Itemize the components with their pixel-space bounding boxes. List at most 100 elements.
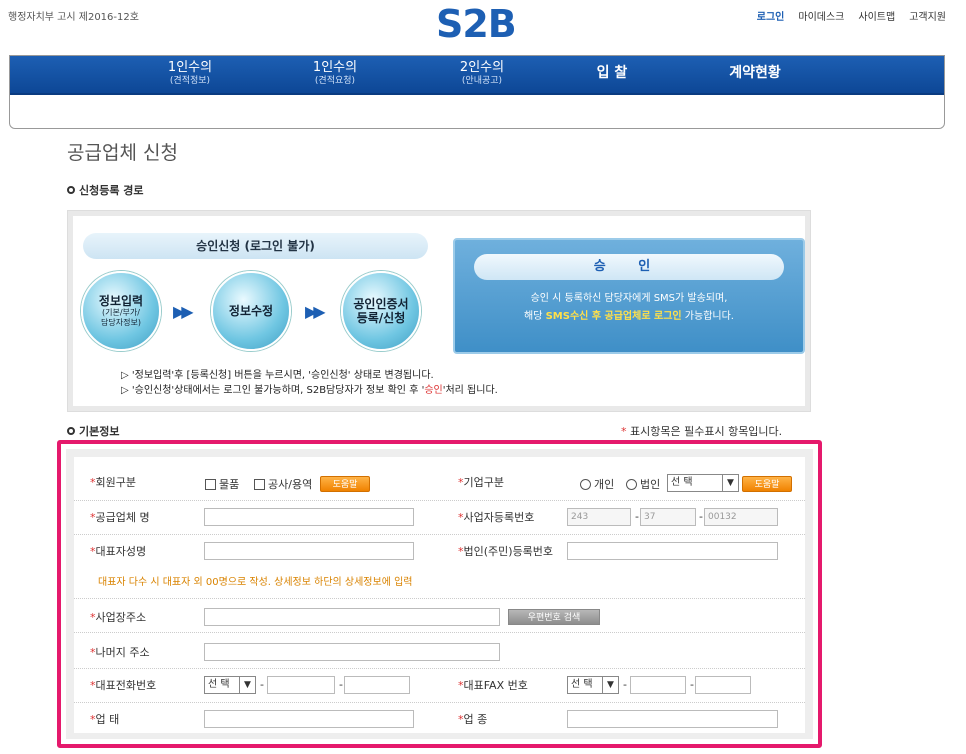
ceo-name-input[interactable]: [204, 542, 414, 560]
form-row-member-type: *회원구분 물품 공사/용역 도움말 *기업구분 개인 법인 선 택 ▼ 도움말: [74, 457, 805, 501]
mydesk-link[interactable]: 마이데스크: [798, 8, 844, 23]
dash: -: [623, 678, 627, 691]
work-service-checkbox[interactable]: 공사/용역: [254, 476, 312, 492]
individual-radio[interactable]: 개인: [580, 476, 614, 492]
nav-label: 1인수의: [312, 60, 358, 75]
dash: -: [260, 678, 264, 691]
ceo-name-label: *대표자성명: [90, 545, 147, 558]
approval-line-text: 가능합니다.: [681, 311, 734, 322]
phone-label: *대표전화번호: [90, 679, 157, 692]
approval-text: 승인 시 등록하신 담당자에게 SMS가 발송되며, 해당 SMS수신 후 공급…: [455, 290, 803, 326]
step-circle-edit: 정보수정: [211, 271, 291, 351]
corp-no-input[interactable]: [567, 542, 778, 560]
basic-info-form-inner: *회원구분 물품 공사/용역 도움말 *기업구분 개인 법인 선 택 ▼ 도움말 …: [74, 457, 805, 733]
step-label: 정보입력: [98, 294, 144, 308]
address-rest-label: *나머지 주소: [90, 646, 150, 659]
nav-item-quote-info[interactable]: 1인수의 (견적정보): [150, 60, 230, 87]
company-name-label: *공급업체 명: [90, 511, 150, 524]
step-sublabel: 담당자정보): [101, 318, 141, 327]
biz-item-label: *업 종: [458, 713, 488, 726]
s2b-logo[interactable]: S2B: [436, 2, 517, 46]
phone-input-2[interactable]: [267, 676, 335, 694]
nav-item-bid[interactable]: 입 찰: [582, 60, 642, 86]
required-note-text: 표시항목은 필수표시 항목입니다.: [630, 425, 783, 438]
route-flow-inner: 승인신청 (로그인 불가) 정보입력 (기본/부가/ 담당자정보) ▶▶ 정보수…: [73, 216, 805, 406]
step-circle-input: 정보입력 (기본/부가/ 담당자정보): [81, 271, 161, 351]
nav-item-contract[interactable]: 계약현황: [715, 60, 795, 86]
biz-no-label: *사업자등록번호: [458, 511, 535, 524]
fax-input-3[interactable]: [695, 676, 751, 694]
biz-no-input-2[interactable]: 37: [640, 508, 696, 526]
help-button-company[interactable]: 도움말: [742, 476, 792, 492]
help-button-member[interactable]: 도움말: [320, 476, 370, 492]
biz-no-input-3[interactable]: 00132: [704, 508, 778, 526]
fax-area-select[interactable]: 선 택 ▼: [567, 676, 619, 694]
step-label: 등록/신청: [356, 311, 406, 325]
goods-checkbox[interactable]: 물품: [205, 476, 239, 492]
flow-note-text: ▷ '승인신청'상태에서는 로그인 불가능하며, S2B담당자가 정보 확인 후…: [121, 385, 425, 396]
page-title: 공급업체 신청: [67, 142, 178, 164]
corp-no-label: *법인(주민)등록번호: [458, 545, 554, 558]
approval-line: 승인 시 등록하신 담당자에게 SMS가 발송되며,: [530, 293, 728, 304]
nav-item-quote-request[interactable]: 1인수의 (견적요청): [295, 60, 375, 87]
route-flow-box: 승인신청 (로그인 불가) 정보입력 (기본/부가/ 담당자정보) ▶▶ 정보수…: [67, 210, 811, 412]
member-type-label: *회원구분: [90, 476, 136, 489]
section-title-text: 신청등록 경로: [79, 184, 144, 197]
corporation-radio[interactable]: 법인: [626, 476, 660, 492]
nav-label: 2인수의: [459, 60, 505, 75]
double-arrow-icon: ▶▶: [305, 302, 326, 321]
section-title-basic: 기본정보: [67, 423, 119, 439]
phone-input-3[interactable]: [344, 676, 410, 694]
main-nav-container: 1인수의 (견적정보) 1인수의 (견적요청) 2인수의 (안내공고) 입 찰 …: [9, 55, 945, 129]
company-type-select[interactable]: 선 택 ▼: [667, 474, 739, 492]
flow-note-text: '처리 됩니다.: [442, 385, 498, 396]
sitemap-link[interactable]: 사이트맵: [858, 8, 895, 23]
support-link[interactable]: 고객지원: [909, 8, 946, 23]
dash: -: [690, 678, 694, 691]
approval-panel: 승 인 승인 시 등록하신 담당자에게 SMS가 발송되며, 해당 SMS수신 …: [453, 238, 805, 354]
chevron-down-icon: ▼: [239, 677, 255, 693]
dash: -: [635, 510, 639, 523]
ceo-note: 대표자 다수 시 대표자 외 00명으로 작성. 상세정보 하단의 상세정보에 …: [98, 577, 413, 588]
fax-input-2[interactable]: [630, 676, 686, 694]
company-type-label: *기업구분: [458, 476, 504, 489]
company-name-input[interactable]: [204, 508, 414, 526]
biz-item-input[interactable]: [567, 710, 778, 728]
biz-type-input[interactable]: [204, 710, 414, 728]
bullet-icon: [67, 186, 75, 194]
login-link[interactable]: 로그인: [757, 8, 785, 23]
phone-area-select[interactable]: 선 택 ▼: [204, 676, 256, 694]
flow-note-highlight: 승인: [424, 385, 443, 396]
form-row-biz-type: *업 태 *업 종: [74, 703, 805, 733]
approval-line: 해당 SMS수신 후 공급업체로 로그인 가능합니다.: [455, 308, 803, 326]
nav-label: 계약현황: [729, 65, 781, 81]
address-input[interactable]: [204, 608, 500, 626]
step-label: 정보수정: [228, 304, 274, 318]
address-label: *사업장주소: [90, 611, 147, 624]
required-note: * 표시항목은 필수표시 항목입니다.: [621, 423, 782, 439]
form-row-company-name: *공급업체 명 *사업자등록번호 243 - 37 - 00132: [74, 501, 805, 535]
section-title-route: 신청등록 경로: [67, 182, 144, 198]
zip-search-button[interactable]: 우편번호 검색: [508, 609, 600, 625]
chevron-down-icon: ▼: [722, 475, 738, 491]
biz-no-input-1[interactable]: 243: [567, 508, 631, 526]
nav-sublabel: (안내공고): [461, 76, 503, 86]
nav-sublabel: (견적정보): [169, 76, 211, 86]
bullet-icon: [67, 427, 75, 435]
form-row-address-rest: *나머지 주소: [74, 633, 805, 669]
page: 행정자치부 고시 제2016-12호 S2B 로그인 마이데스크 사이트맵 고객…: [0, 0, 966, 754]
top-links: 로그인 마이데스크 사이트맵 고객지원: [757, 8, 946, 23]
step-circle-certificate: 공인인증서 등록/신청: [341, 271, 421, 351]
notice-text: 행정자치부 고시 제2016-12호: [8, 12, 139, 23]
address-rest-input[interactable]: [204, 643, 500, 661]
section-title-text: 기본정보: [79, 425, 120, 438]
form-row-address: *사업장주소 우편번호 검색: [74, 599, 805, 633]
dash: -: [699, 510, 703, 523]
biz-type-label: *업 태: [90, 713, 120, 726]
nav-item-notice[interactable]: 2인수의 (안내공고): [442, 60, 522, 87]
nav-label: 1인수의: [167, 60, 213, 75]
step-label: 공인인증서: [353, 297, 409, 311]
form-row-phone: *대표전화번호 선 택 ▼ - - *대표FAX 번호 선 택 ▼ - -: [74, 669, 805, 703]
approval-line-text: 해당: [524, 311, 546, 322]
nav-sublabel: (견적요청): [314, 76, 356, 86]
